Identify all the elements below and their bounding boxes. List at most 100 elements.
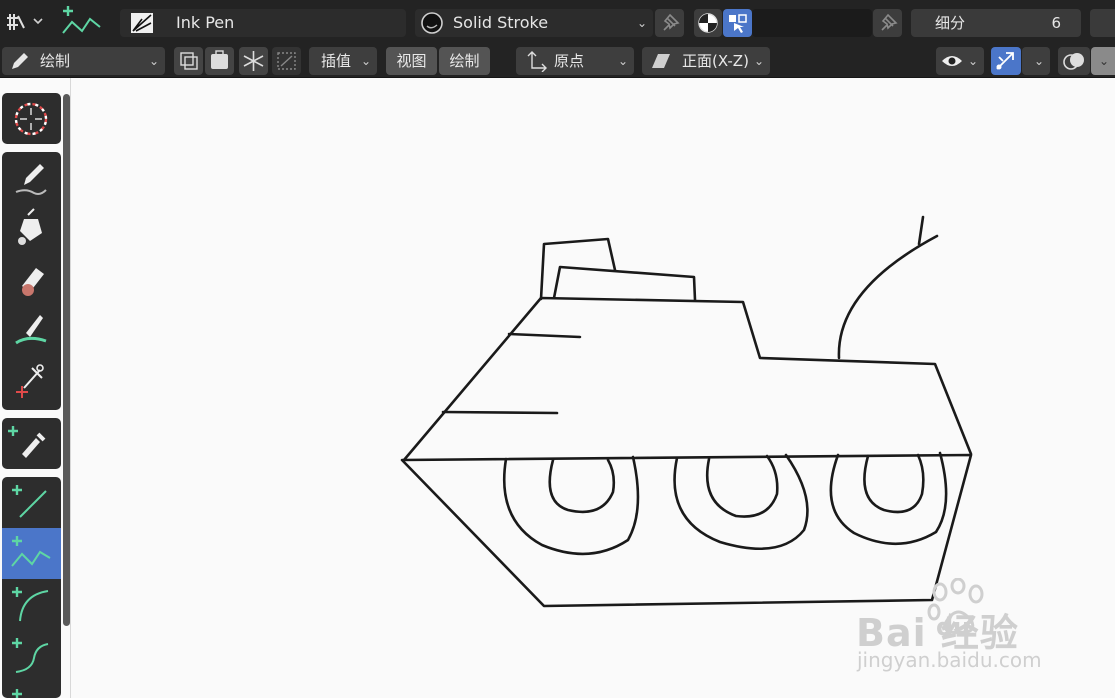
watermark-du: du (936, 613, 971, 641)
grease-pencil-editor-icon (7, 14, 43, 30)
autolock-button[interactable] (205, 47, 234, 75)
tint-tool[interactable] (2, 305, 61, 356)
origin-selector[interactable]: 原点 ⌄ (516, 47, 634, 75)
polyline-tool[interactable] (2, 528, 61, 579)
draw-menu-button[interactable]: 绘制 (439, 47, 490, 75)
interpolate-menu[interactable]: 插值 ⌄ (309, 47, 377, 75)
active-tool-indicator[interactable] (58, 3, 104, 41)
tint-brush-icon (15, 315, 47, 345)
tool-shelf (0, 90, 70, 698)
arc-tool[interactable] (2, 579, 61, 630)
tool-settings-header: 绘制 ⌄ 插值 ⌄ 视图 绘制 原点 ⌄ 正面(X-Z) ⌄ ⌄ ⌄ ⌄ (0, 45, 1115, 78)
scissors-icon (16, 364, 44, 398)
editor-type-menu[interactable] (4, 8, 48, 36)
material-selector[interactable]: Solid Stroke ⌄ (415, 9, 653, 37)
tool-group-draw (2, 152, 61, 410)
chevron-down-icon: ⌄ (753, 54, 764, 68)
header-overflow[interactable] (1090, 9, 1115, 37)
multiframe-button[interactable] (174, 47, 203, 75)
chevron-down-icon: ⌄ (148, 54, 159, 68)
box-icon (12, 689, 22, 698)
wheel-1-inner (548, 458, 616, 514)
material-name: Solid Stroke (453, 13, 549, 32)
eraser-icon (22, 268, 44, 296)
drawing-plane-selector[interactable]: 正面(X-Z) ⌄ (642, 47, 770, 75)
cutter-tool[interactable] (2, 356, 61, 407)
subdivide-value: 6 (1051, 14, 1061, 32)
eye-icon (942, 56, 962, 66)
interpolate-label: 插值 (321, 52, 352, 70)
curve-tool[interactable] (2, 630, 61, 681)
pin-icon (881, 13, 898, 31)
vertex-color-icon (729, 14, 747, 33)
draw-tool[interactable] (2, 152, 61, 203)
origin-label: 原点 (554, 52, 585, 70)
curve-icon (12, 638, 49, 673)
material-color-mode-button[interactable] (694, 9, 722, 37)
wheel-2-inner (705, 454, 779, 518)
fill-bucket-icon (18, 208, 42, 245)
draw-pencil-icon (15, 164, 47, 195)
polyline-tool-icon (62, 6, 101, 34)
hull-stroke (400, 453, 973, 608)
chevron-down-icon: ⌄ (617, 54, 628, 68)
box-tool[interactable] (2, 681, 61, 698)
line-icon (12, 485, 47, 518)
gizmo-icon (996, 52, 1014, 70)
mode-selector[interactable]: 绘制 ⌄ (2, 47, 165, 75)
snowflake-icon (243, 51, 264, 71)
arc-icon (12, 587, 49, 622)
view-menu-button[interactable]: 视图 (386, 47, 437, 75)
toolbar-scrollbar[interactable] (63, 94, 70, 626)
weight-icon (211, 50, 228, 69)
fill-tool[interactable] (2, 203, 61, 254)
tool-group-primitives (2, 477, 61, 698)
erase-tool[interactable] (2, 254, 61, 305)
vertex-color-mode-button[interactable] (723, 9, 752, 37)
cursor-tool[interactable] (2, 93, 61, 144)
plane-icon (652, 54, 670, 68)
layers-icon (180, 52, 198, 70)
brush-selector[interactable]: Ink Pen (120, 9, 406, 37)
wheel-3-inner (863, 453, 925, 514)
origin-axis-icon (527, 51, 547, 72)
overlay-toggle[interactable] (1058, 47, 1090, 75)
barrel-tip-stroke (917, 215, 925, 246)
pin-button-2[interactable] (873, 9, 902, 37)
wheel-2-outer (673, 453, 809, 551)
visibility-menu[interactable]: ⌄ (936, 47, 984, 75)
gizmo-menu[interactable]: ⌄ (1022, 47, 1050, 75)
pin-button[interactable] (655, 9, 684, 37)
subdivide-field[interactable]: 细分 6 (911, 9, 1081, 37)
polyline-icon (11, 536, 51, 567)
chevron-down-icon: ⌄ (360, 54, 371, 68)
mode-label: 绘制 (40, 52, 71, 70)
cursor-icon (14, 102, 48, 136)
pencil-icon (12, 53, 28, 69)
turret-mark-2 (441, 410, 559, 415)
guides-button[interactable] (272, 47, 301, 75)
overlay-menu[interactable]: ⌄ (1091, 47, 1115, 75)
brush-preview[interactable] (120, 9, 160, 37)
plane-label: 正面(X-Z) (682, 52, 749, 70)
gizmo-toggle[interactable] (991, 47, 1021, 75)
chevron-down-icon: ⌄ (1098, 54, 1109, 68)
eyedropper-tool[interactable] (2, 418, 61, 469)
barrel-stroke (837, 234, 939, 360)
color-swatch[interactable] (752, 9, 872, 37)
tool-group-sample (2, 418, 61, 469)
eyedropper-icon (8, 426, 46, 458)
brush-name-field[interactable]: Ink Pen (166, 10, 402, 36)
tool-group-cursor (2, 93, 61, 144)
wheel-3-outer (829, 451, 948, 546)
material-sphere-icon (421, 12, 443, 34)
turret-top-stroke (552, 265, 697, 302)
turret-mark-1 (507, 332, 582, 339)
overlay-icon (1063, 53, 1084, 70)
chevron-down-icon: ⌄ (636, 16, 647, 30)
wheel-1-outer (502, 455, 640, 556)
ink-pen-brush-icon (131, 13, 153, 33)
line-tool[interactable] (2, 477, 61, 528)
snapping-button[interactable] (239, 47, 268, 75)
turret-body-stroke (402, 296, 973, 462)
